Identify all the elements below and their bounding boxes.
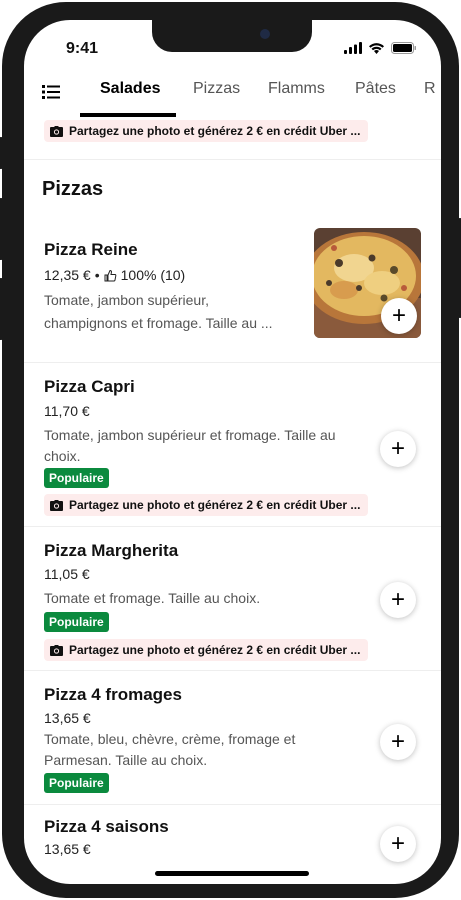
battery-icon	[391, 42, 416, 54]
item-description-line2: champignons et fromage. Taille au ...	[44, 315, 273, 331]
popular-badge: Populaire	[44, 773, 109, 793]
item-description-line2: choix.	[44, 448, 81, 464]
item-price: 12,35 €	[44, 267, 91, 283]
photo-credit-banner[interactable]: Partagez une photo et générez 2 € en cré…	[44, 639, 369, 661]
divider	[24, 670, 441, 671]
item-price: 13,65 €	[44, 710, 91, 726]
item-price: 11,05 €	[44, 566, 90, 582]
photo-credit-banner[interactable]: Partagez une photo et générez 2 € en cré…	[44, 120, 369, 142]
promo-text: Partagez une photo et générez 2 € en cré…	[69, 498, 361, 512]
item-name: Pizza Reine	[44, 240, 138, 259]
item-description-line1: Tomate, bleu, chèvre, crème, fromage et	[44, 731, 296, 747]
section-title: Pizzas	[42, 178, 104, 200]
camera-icon	[50, 499, 63, 511]
tab-partial[interactable]: R	[424, 80, 436, 98]
volume-down-button	[0, 278, 3, 340]
tab-pates[interactable]: Pâtes	[355, 80, 396, 98]
tab-flamms[interactable]: Flamms	[268, 80, 325, 98]
camera-icon	[50, 644, 63, 656]
item-name: Pizza 4 saisons	[44, 817, 169, 836]
phone-frame: 9:41 Salades Pizzas Flamms Pâtes R Parta…	[0, 2, 461, 898]
notch	[152, 20, 312, 52]
thumbs-up-icon	[104, 269, 116, 281]
item-description-line2: Parmesan. Taille au choix.	[44, 752, 208, 768]
wifi-icon	[369, 43, 384, 54]
category-tabs: Salades Pizzas Flamms Pâtes R	[24, 80, 441, 118]
popular-badge: Populaire	[44, 468, 109, 488]
add-pizza-capri-button[interactable]: +	[380, 431, 416, 467]
status-icons	[344, 42, 417, 54]
item-name: Pizza Capri	[44, 377, 135, 396]
add-pizza-4-saisons-button[interactable]: +	[380, 826, 416, 862]
signal-icon	[344, 42, 362, 54]
pizza-reine-image[interactable]: +	[314, 228, 421, 338]
tab-salades[interactable]: Salades	[100, 80, 160, 98]
divider	[24, 804, 441, 805]
active-tab-indicator	[80, 113, 176, 117]
home-indicator	[155, 871, 309, 876]
item-description-line1: Tomate, jambon supérieur,	[44, 292, 209, 308]
add-pizza-reine-button[interactable]: +	[381, 298, 417, 334]
volume-up-button	[0, 198, 3, 260]
item-price: 13,65 €	[44, 841, 91, 857]
item-description-line1: Tomate et fromage. Taille au choix.	[44, 590, 261, 606]
item-rating: 100% (10)	[120, 267, 186, 283]
menu-list-icon[interactable]	[42, 82, 64, 102]
tab-pizzas[interactable]: Pizzas	[193, 80, 240, 98]
app-screen: 9:41 Salades Pizzas Flamms Pâtes R Parta…	[24, 20, 441, 884]
item-name: Pizza 4 fromages	[44, 685, 182, 704]
item-price-rating: 12,35 € • 100% (10)	[44, 267, 185, 283]
item-price: 11,70 €	[44, 403, 90, 419]
status-time: 9:41	[66, 40, 99, 57]
separator-dot: •	[94, 267, 100, 283]
divider	[24, 526, 441, 527]
add-pizza-margherita-button[interactable]: +	[380, 582, 416, 618]
promo-text: Partagez une photo et générez 2 € en cré…	[69, 643, 361, 657]
item-description-line1: Tomate, jambon supérieur et fromage. Tai…	[44, 427, 336, 443]
add-pizza-4-fromages-button[interactable]: +	[380, 724, 416, 760]
photo-credit-banner[interactable]: Partagez une photo et générez 2 € en cré…	[44, 494, 369, 516]
divider	[24, 362, 441, 363]
camera-icon	[50, 125, 63, 137]
popular-badge: Populaire	[44, 612, 109, 632]
promo-text: Partagez une photo et générez 2 € en cré…	[69, 124, 361, 138]
front-camera	[260, 29, 270, 39]
item-name: Pizza Margherita	[44, 541, 179, 560]
silent-switch	[0, 137, 3, 169]
divider	[24, 159, 441, 160]
